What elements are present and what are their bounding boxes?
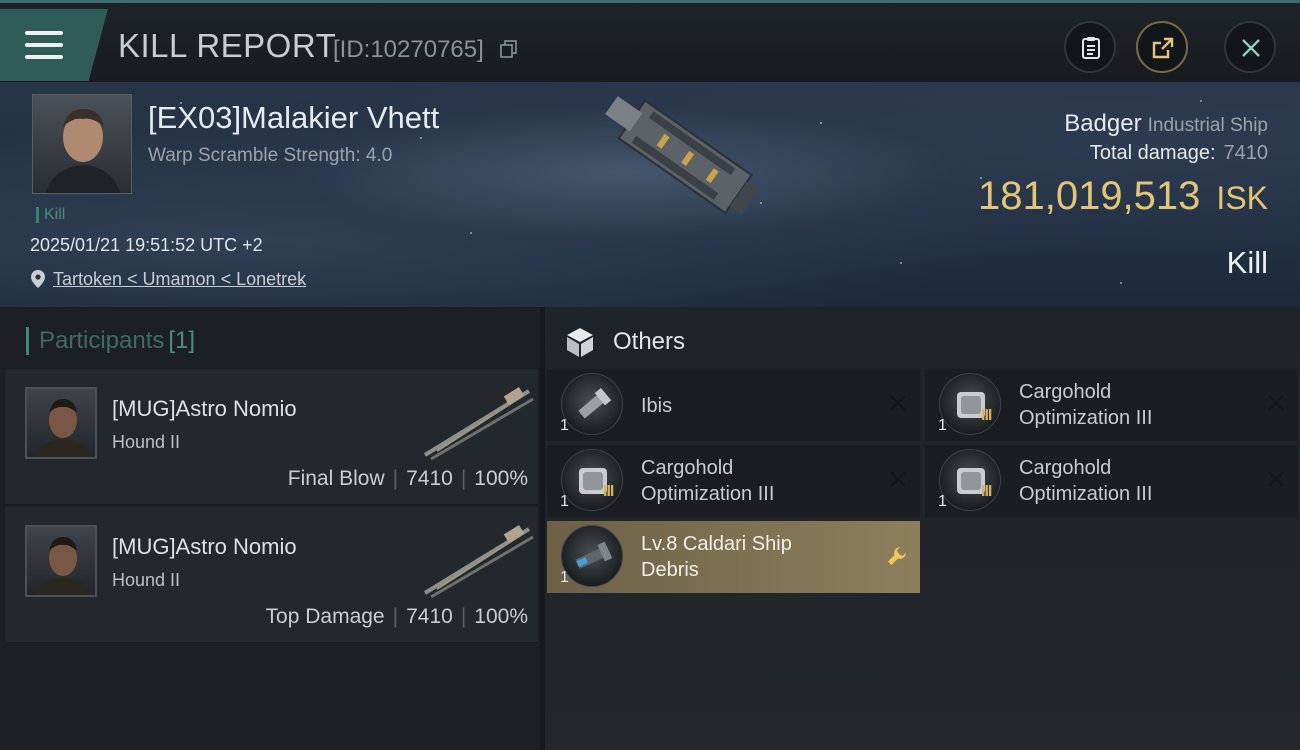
item-name: Ibis [641, 395, 673, 417]
warp-scramble-strength: Warp Scramble Strength: 4.0 [148, 145, 393, 166]
destroyed-x-icon [1268, 471, 1284, 487]
isk-value: 181,019,513 ISK [978, 174, 1268, 219]
victim-avatar[interactable] [32, 94, 132, 194]
report-id: [ID:10270765] [333, 36, 484, 63]
item-cargohold-optimization[interactable]: III 1 Cargohold Optimization III [925, 445, 1298, 517]
kill-result: Kill [1226, 245, 1268, 280]
participant-stats: Final Blow | 7410 | 100% [287, 467, 528, 490]
destroyed-x-icon [890, 471, 906, 487]
item-name: Cargohold Optimization III [1019, 457, 1153, 505]
item-caldari-ship-debris[interactable]: 1 Lv.8 Caldari Ship Debris [547, 521, 920, 593]
item-quantity: 1 [938, 417, 947, 434]
copy-icon[interactable] [500, 40, 518, 58]
participants-panel: Participants [1] [MUG]Astro Nomio Hound I… [0, 307, 540, 750]
total-damage-value: 7410 [1223, 142, 1269, 164]
wrench-icon[interactable] [886, 545, 908, 567]
item-name: Cargohold Optimization III [641, 457, 775, 505]
debris-icon [561, 525, 623, 587]
participant-avatar[interactable] [25, 387, 97, 459]
participant-damage: 7410 [406, 605, 453, 628]
item-quantity: 1 [560, 417, 569, 434]
location-pin-icon [31, 270, 45, 288]
victim-ship-name: Badger Industrial Ship [1064, 110, 1268, 138]
participant-row[interactable]: [MUG]Astro Nomio Hound II Top Damage | 741… [5, 507, 538, 643]
share-export-icon [1152, 37, 1174, 59]
destroyed-x-icon [890, 395, 906, 411]
participant-ship: Hound II [112, 432, 181, 452]
top-bar: KILL REPORT [ID:10270765] [0, 0, 1300, 82]
victim-name[interactable]: [EX03]Malakier Vhett [148, 100, 439, 136]
item-tier: III [603, 483, 614, 500]
participant-role: Final Blow [287, 467, 385, 490]
participant-ship-icon [423, 524, 534, 599]
module-icon [939, 449, 1001, 511]
hamburger-menu-icon[interactable] [25, 31, 63, 59]
participant-name: [MUG]Astro Nomio [112, 396, 297, 421]
others-title: Others [613, 328, 686, 355]
participants-label: Participants [39, 327, 165, 354]
page-title: KILL REPORT [118, 27, 337, 64]
item-quantity: 1 [560, 569, 569, 586]
menu-button[interactable] [0, 9, 108, 81]
ship-icon [561, 373, 623, 435]
participants-count: [1] [168, 327, 196, 354]
others-panel: Others 1 Ibis III 1 Cargohold Optimizati… [545, 307, 1300, 750]
item-tier: III [981, 483, 992, 500]
participant-percent: 100% [474, 605, 528, 628]
item-name: Cargohold Optimization III [1019, 381, 1153, 429]
participant-role: Top Damage [265, 605, 385, 628]
module-icon [561, 449, 623, 511]
participant-ship-icon [423, 386, 534, 461]
destroyed-x-icon [1268, 395, 1284, 411]
participant-percent: 100% [474, 467, 528, 490]
close-button[interactable] [1224, 21, 1276, 73]
item-cargohold-optimization[interactable]: III 1 Cargohold Optimization III [547, 445, 920, 517]
victim-ship-image[interactable] [538, 82, 768, 307]
ship-class: Industrial Ship [1147, 115, 1268, 136]
item-quantity: 1 [560, 493, 569, 510]
participant-avatar[interactable] [25, 525, 97, 597]
item-quantity: 1 [938, 493, 947, 510]
participant-name: [MUG]Astro Nomio [112, 534, 297, 559]
participant-stats: Top Damage | 7410 | 100% [265, 605, 528, 628]
kill-datetime: 2025/01/21 19:51:52 UTC +2 [30, 235, 263, 255]
item-tier: III [981, 407, 992, 424]
module-icon [939, 373, 1001, 435]
item-ibis[interactable]: 1 Ibis [547, 369, 920, 441]
total-damage: Total damage: 7410 [1090, 142, 1268, 165]
isk-unit: ISK [1216, 180, 1268, 216]
cube-icon [567, 328, 593, 357]
victim-banner: [EX03]Malakier Vhett Warp Scramble Stren… [0, 82, 1300, 307]
close-icon [1242, 39, 1260, 57]
participant-ship: Hound II [112, 570, 181, 590]
total-damage-label: Total damage: [1089, 142, 1216, 164]
item-name: Lv.8 Caldari Ship Debris [641, 533, 792, 581]
participant-damage: 7410 [406, 467, 453, 490]
participants-header: Participants [1] [26, 327, 195, 355]
location-link[interactable]: Tartoken < Umamon < Lonetrek [53, 269, 306, 290]
ship-name: Badger [1064, 110, 1142, 137]
participant-row[interactable]: [MUG]Astro Nomio Hound II Final Blow | 741… [5, 369, 538, 505]
item-cargohold-optimization[interactable]: III 1 Cargohold Optimization III [925, 369, 1298, 441]
clipboard-button[interactable] [1064, 21, 1116, 73]
isk-amount: 181,019,513 [977, 174, 1201, 218]
clipboard-icon [1082, 37, 1100, 59]
kill-tag: Kill [36, 207, 65, 223]
share-button[interactable] [1136, 21, 1188, 73]
